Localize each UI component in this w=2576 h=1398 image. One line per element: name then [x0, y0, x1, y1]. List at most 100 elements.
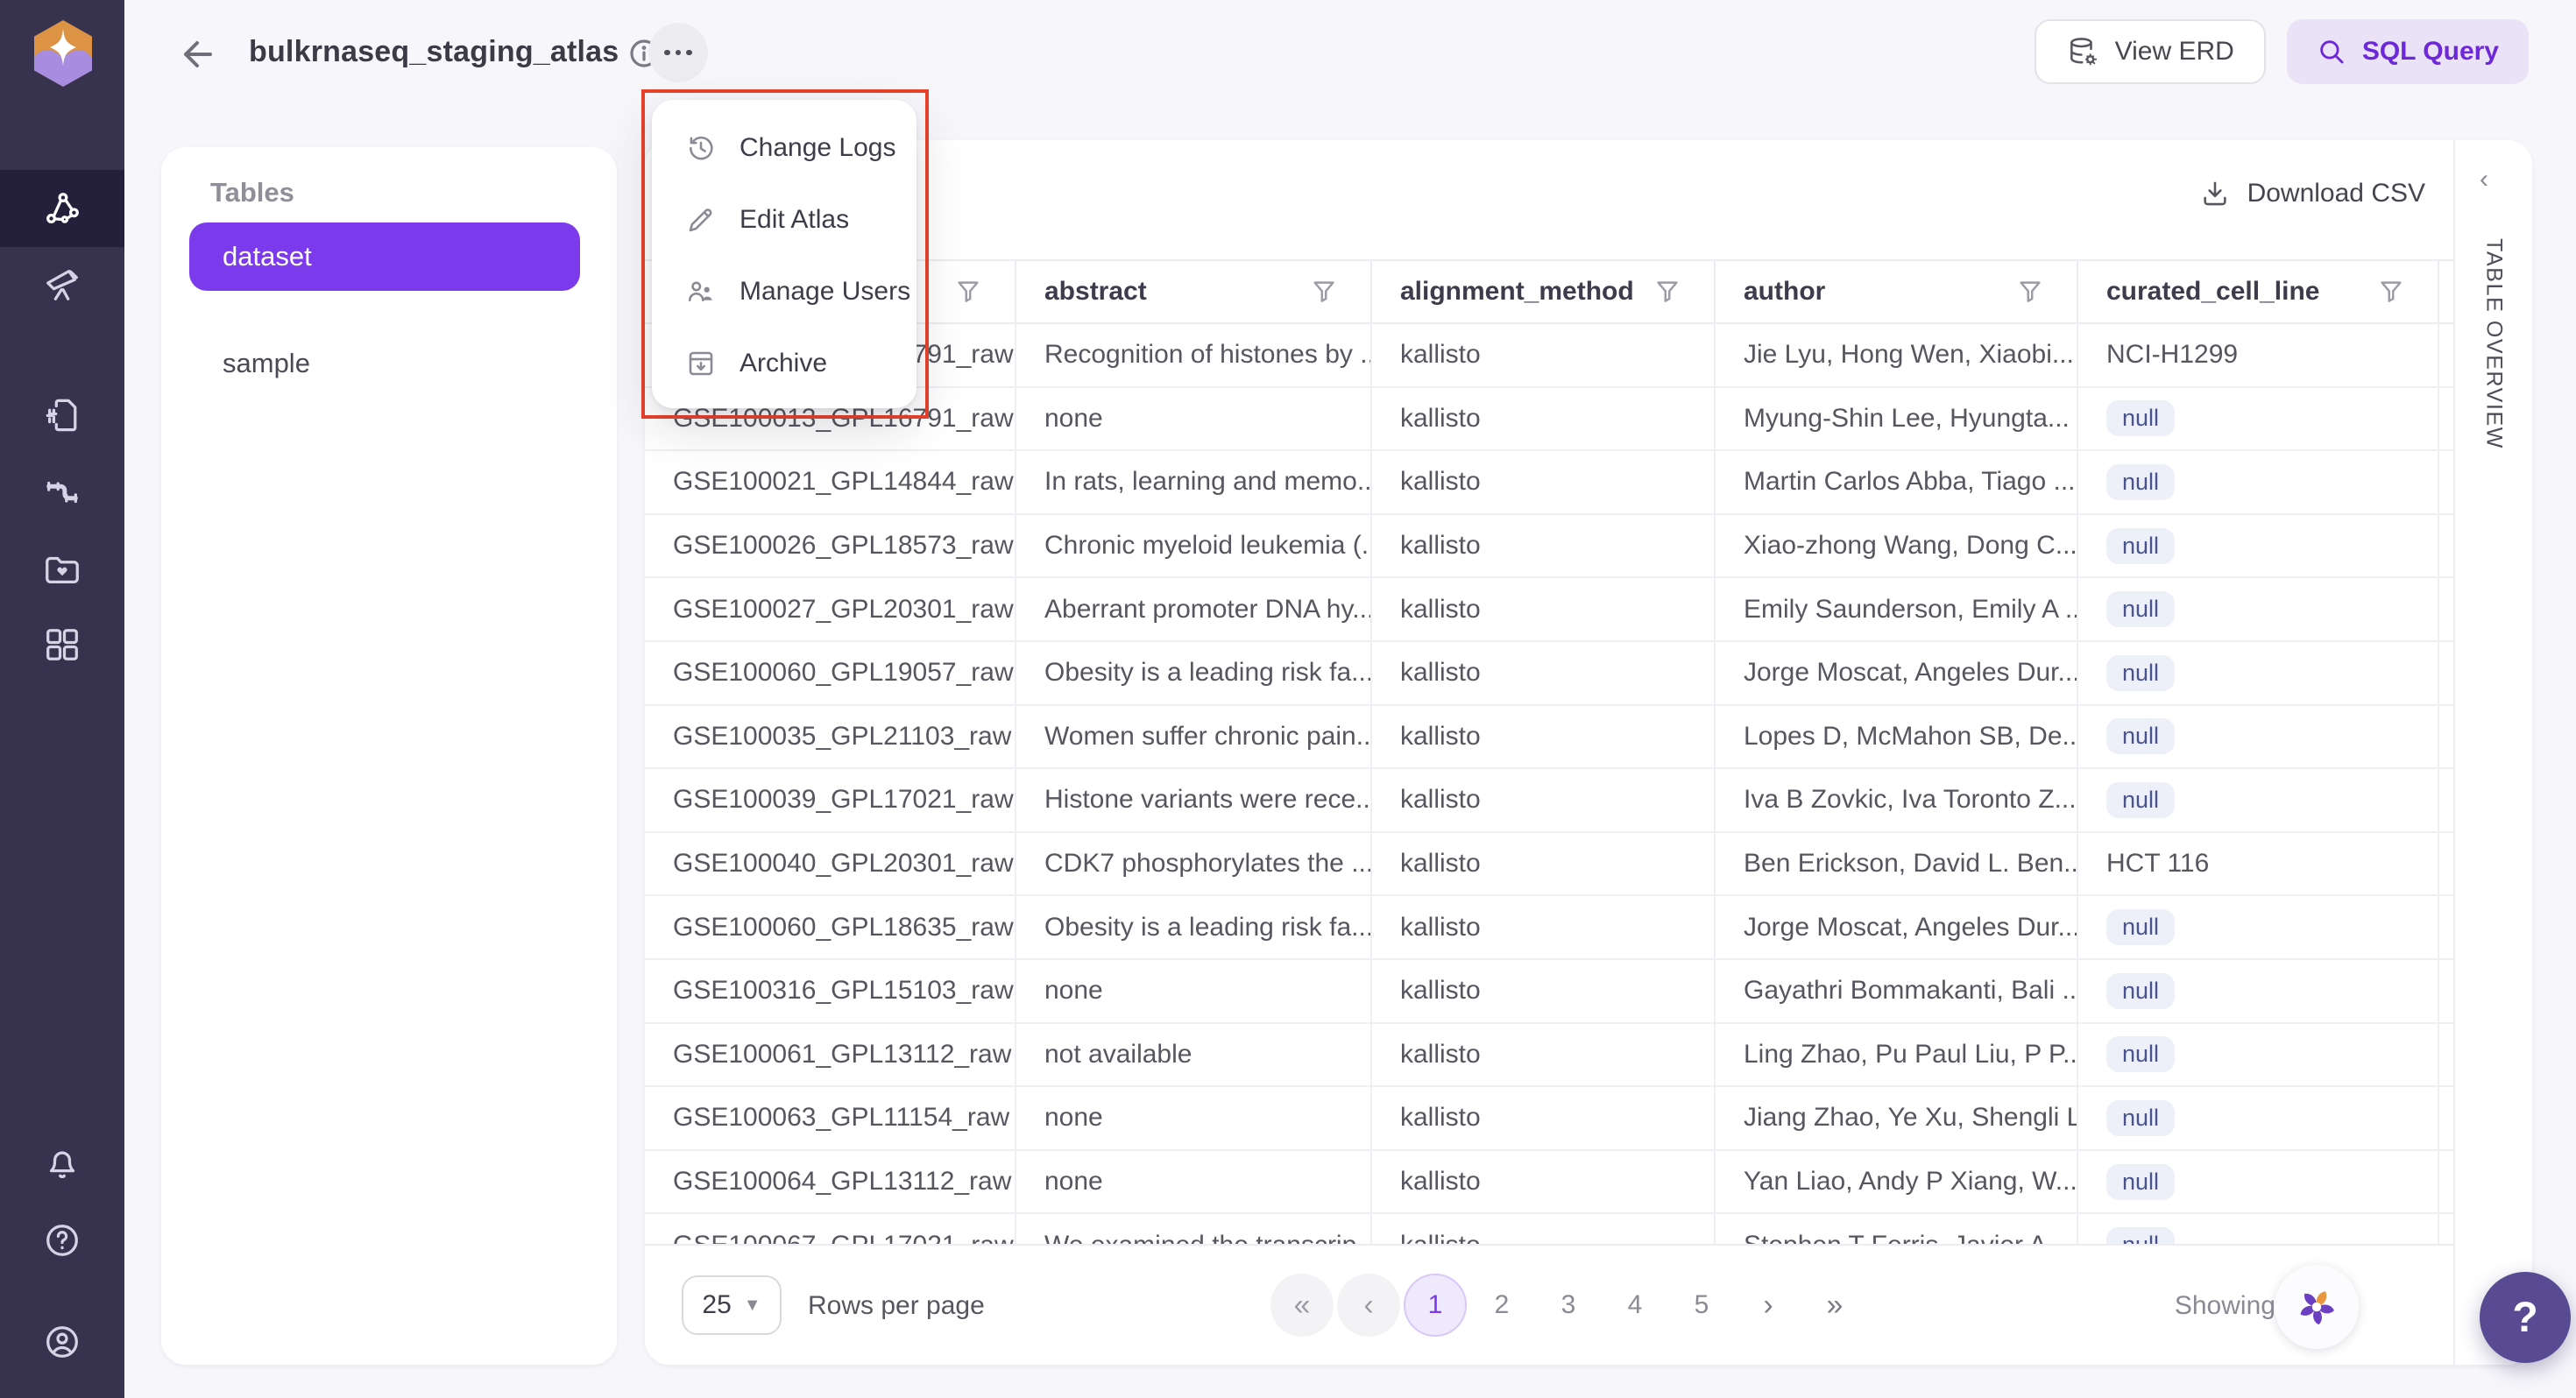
- cell-dataset-id: GSE100021_GPL14844_raw: [645, 451, 1016, 513]
- view-erd-button[interactable]: View ERD: [2034, 19, 2266, 84]
- cell-author: Jorge Moscat, Angeles Dur...: [1716, 641, 2078, 704]
- cell-alignment-method: kallisto: [1372, 387, 1716, 450]
- page-number-button[interactable]: 1: [1404, 1274, 1467, 1337]
- cell-curated-cell-line: null: [2106, 591, 2176, 628]
- table-row[interactable]: GSE100063_GPL11154_raw none kallisto Jia…: [645, 1087, 2453, 1151]
- last-page-button[interactable]: »: [1803, 1274, 1866, 1337]
- sidebar-item-account[interactable]: [0, 1303, 124, 1380]
- cell-alignment-method: kallisto: [1372, 451, 1716, 513]
- cell-curated-cell-line: null: [2106, 1163, 2176, 1200]
- sql-query-label: SQL Query: [2361, 37, 2499, 66]
- menu-item-manage-users[interactable]: Manage Users: [652, 256, 916, 328]
- download-icon: [2203, 181, 2226, 206]
- menu-item-change-logs[interactable]: Change Logs: [652, 112, 916, 184]
- users-icon: [688, 281, 712, 302]
- table-row[interactable]: GSE100061_GPL13112_raw not available kal…: [645, 1023, 2453, 1088]
- rows-per-page-label: Rows per page: [808, 1291, 985, 1320]
- back-arrow-icon: [184, 41, 212, 67]
- cell-dataset-id: GSE100316_GPL15103_raw: [645, 959, 1016, 1022]
- table-row[interactable]: GSE100316_GPL15103_raw none kallisto Gay…: [645, 959, 2453, 1024]
- rows-per-page-select[interactable]: 25 ▼: [682, 1275, 782, 1335]
- pipeline-icon: [46, 481, 78, 504]
- table-overview-label[interactable]: TABLE OVERVIEW: [2481, 238, 2507, 449]
- data-table-card: Download CSV abstract alignment_method a…: [645, 140, 2532, 1365]
- page-number-button[interactable]: 2: [1470, 1274, 1533, 1337]
- page-number-button[interactable]: 5: [1670, 1274, 1733, 1337]
- filter-icon[interactable]: [957, 280, 980, 303]
- cell-abstract: none: [1016, 387, 1372, 450]
- table-item-dataset[interactable]: dataset: [189, 222, 580, 291]
- table-row[interactable]: GSE100026_GPL18573_raw Chronic myeloid l…: [645, 514, 2453, 579]
- cell-alignment-method: kallisto: [1372, 705, 1716, 768]
- cell-abstract: Women suffer chronic pain...: [1016, 705, 1372, 768]
- column-header-abstract[interactable]: abstract: [1016, 261, 1372, 322]
- table-item-sample[interactable]: sample: [189, 329, 580, 398]
- table-row[interactable]: GSE100039_GPL17021_raw Histone variants …: [645, 769, 2453, 833]
- brand-pinwheel-logo[interactable]: [2275, 1265, 2359, 1349]
- back-button[interactable]: [177, 33, 219, 75]
- sidebar-item-apps[interactable]: [0, 606, 124, 683]
- table-row[interactable]: GSE100060_GPL19057_raw Obesity is a lead…: [645, 641, 2453, 706]
- cell-curated-cell-line: null: [2106, 972, 2176, 1009]
- page-number-button[interactable]: 4: [1603, 1274, 1667, 1337]
- filter-icon[interactable]: [1656, 280, 1679, 303]
- page-number-button[interactable]: 3: [1537, 1274, 1600, 1337]
- cell-abstract: Obesity is a leading risk fa...: [1016, 896, 1372, 958]
- column-header-curated-cell-line[interactable]: curated_cell_line: [2078, 261, 2439, 322]
- menu-item-edit-atlas[interactable]: Edit Atlas: [652, 184, 916, 256]
- pagination-bar: 25 ▼ Rows per page « ‹ 12345 › » Showing…: [645, 1244, 2453, 1365]
- cell-curated-cell-line: HCT 116: [2106, 849, 2210, 879]
- table-row[interactable]: GSE100027_GPL20301_raw Aberrant promoter…: [645, 578, 2453, 642]
- cell-alignment-method: kallisto: [1372, 514, 1716, 577]
- sql-query-button[interactable]: SQL Query: [2286, 19, 2529, 84]
- sidebar-item-help[interactable]: [0, 1202, 124, 1279]
- menu-item-archive[interactable]: Archive: [652, 328, 916, 399]
- sidebar-item-atlases[interactable]: [0, 170, 124, 247]
- app-logo-hexagon[interactable]: [28, 18, 98, 88]
- filter-icon[interactable]: [2380, 280, 2403, 303]
- column-header-author[interactable]: author: [1716, 261, 2078, 322]
- pager: « ‹ 12345 › »: [1270, 1274, 1866, 1337]
- column-header-alignment-method[interactable]: alignment_method: [1372, 261, 1716, 322]
- cell-dataset-id: GSE100039_GPL17021_raw: [645, 769, 1016, 831]
- tables-panel: Tables dataset sample: [161, 147, 617, 1365]
- prev-page-button[interactable]: ‹: [1337, 1274, 1400, 1337]
- table-row[interactable]: GSE100064_GPL13112_raw none kallisto Yan…: [645, 1150, 2453, 1215]
- file-settings-icon: [46, 399, 77, 432]
- cell-abstract: We examined the transcrip...: [1016, 1214, 1372, 1244]
- cell-curated-cell-line: null: [2106, 909, 2176, 946]
- cell-dataset-id: GSE100063_GPL11154_raw: [645, 1087, 1016, 1149]
- filter-icon[interactable]: [2019, 280, 2042, 303]
- rows-per-page-value: 25: [702, 1290, 732, 1319]
- sidebar-item-pipelines[interactable]: [0, 454, 124, 531]
- table-row[interactable]: GSE100021_GPL14844_raw In rats, learning…: [645, 451, 2453, 515]
- folder-heart-icon: [46, 556, 79, 584]
- database-gear-icon: [2070, 38, 2097, 66]
- table-row[interactable]: GSE100035_GPL21103_raw Women suffer chro…: [645, 705, 2453, 770]
- sidebar-item-explore[interactable]: [0, 245, 124, 322]
- help-button[interactable]: ?: [2480, 1272, 2571, 1363]
- first-page-button[interactable]: «: [1270, 1274, 1334, 1337]
- sidebar-item-notifications[interactable]: [0, 1125, 124, 1202]
- filter-icon[interactable]: [1313, 280, 1335, 303]
- table-row[interactable]: GSE100060_GPL18635_raw Obesity is a lead…: [645, 896, 2453, 960]
- cell-author: Yan Liao, Andy P Xiang, W...: [1716, 1150, 2078, 1213]
- download-csv-button[interactable]: Download CSV: [2200, 179, 2425, 208]
- table-row[interactable]: GSE100040_GPL20301_raw CDK7 phosphorylat…: [645, 832, 2453, 897]
- sidebar-item-file-processing[interactable]: [0, 377, 124, 454]
- cell-author: Myung-Shin Lee, Hyungta...: [1716, 387, 2078, 450]
- telescope-icon: [46, 269, 78, 300]
- cell-curated-cell-line: null: [2106, 527, 2176, 564]
- more-options-button[interactable]: [648, 23, 708, 82]
- next-page-button[interactable]: ›: [1737, 1274, 1800, 1337]
- cell-author: Emily Saunderson, Emily A ...: [1716, 578, 2078, 640]
- rail-collapse-button[interactable]: ‹: [2480, 166, 2488, 193]
- sidebar-item-collections[interactable]: [0, 531, 124, 608]
- cell-abstract: CDK7 phosphorylates the ...: [1016, 832, 1372, 895]
- pencil-icon: [689, 208, 712, 232]
- cell-curated-cell-line: null: [2106, 654, 2176, 691]
- cell-abstract: Chronic myeloid leukemia (...: [1016, 514, 1372, 577]
- table-row[interactable]: GSE100067_GPL17021_raw We examined the t…: [645, 1214, 2453, 1244]
- cell-abstract: Recognition of histones by ...: [1016, 324, 1372, 386]
- archive-icon: [689, 351, 713, 376]
